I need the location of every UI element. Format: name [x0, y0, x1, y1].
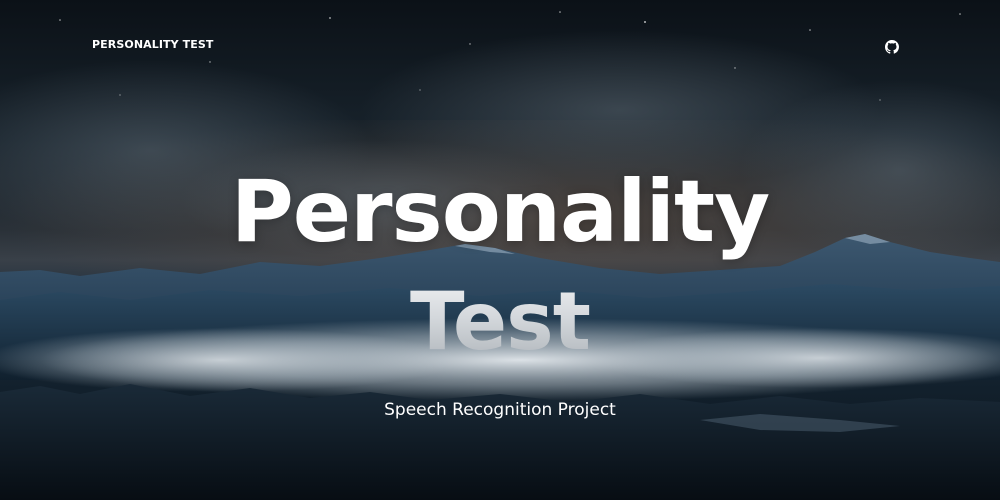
hero-section: PERSONALITY TEST Personality Test Speech…: [0, 0, 1000, 500]
hero-title-line2: Test: [0, 272, 1000, 372]
brand-title[interactable]: PERSONALITY TEST: [92, 38, 213, 51]
hero-title-line1: Personality: [230, 162, 770, 262]
hero-subtitle: Speech Recognition Project: [384, 400, 616, 420]
github-icon-glyph: [885, 40, 899, 54]
hero-title: Personality Test: [0, 160, 1000, 372]
github-icon[interactable]: [885, 40, 899, 54]
